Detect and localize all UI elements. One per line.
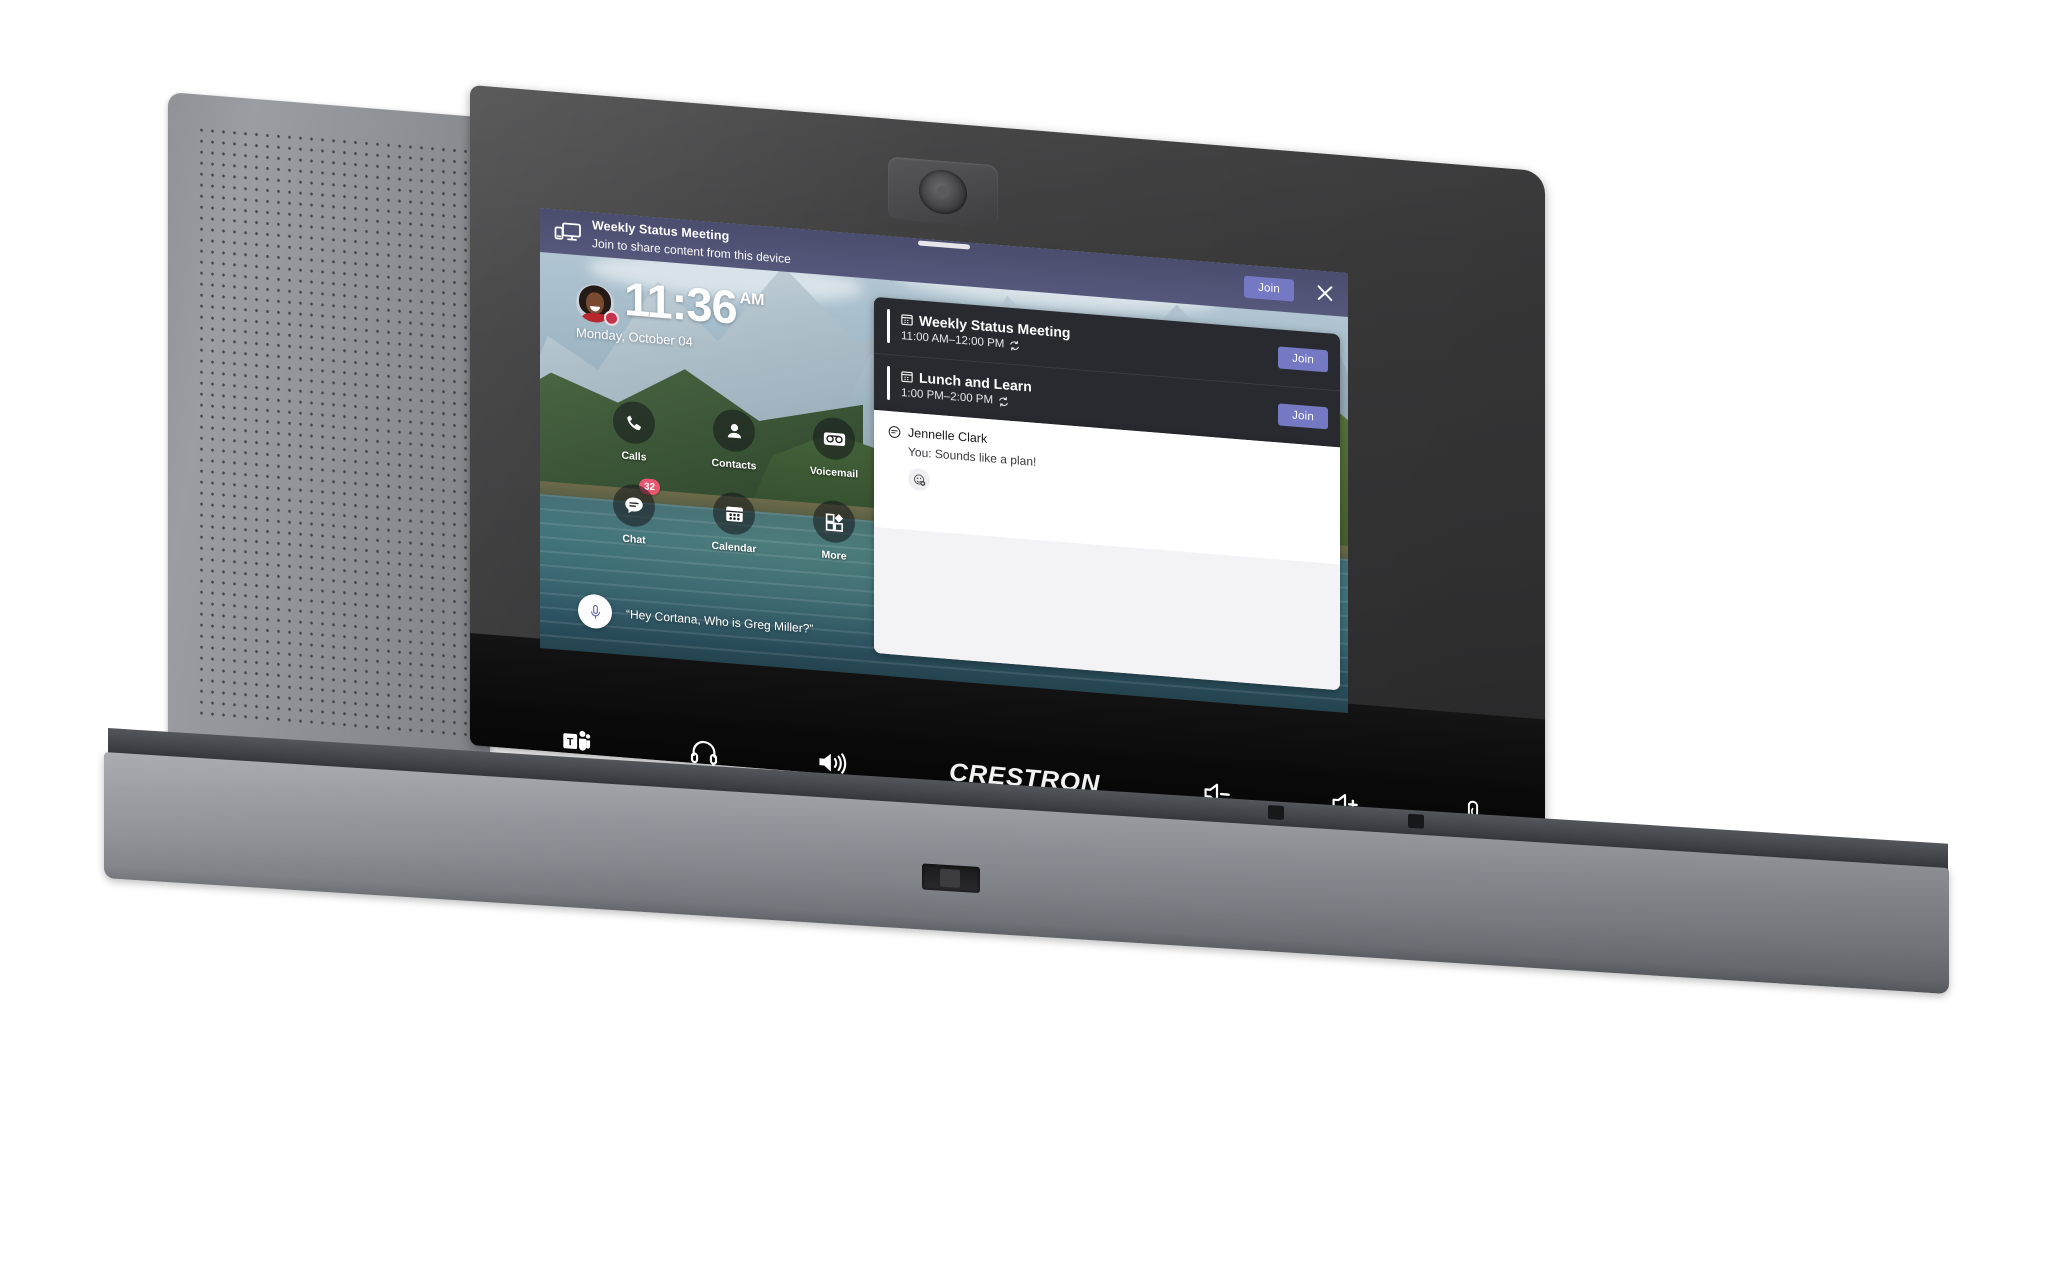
meeting-accent-bar: [887, 365, 890, 401]
voicemail-icon: [813, 415, 855, 462]
speaker-grille-perforations: [196, 124, 474, 745]
screenshot-root: Weekly Status Meeting Join to share cont…: [0, 0, 2048, 1266]
meeting-accent-bar: [887, 308, 890, 344]
person-icon: [713, 407, 755, 454]
app-contacts[interactable]: Contacts: [684, 406, 784, 475]
svg-text:T: T: [567, 737, 574, 749]
calendar-icon: [713, 490, 755, 537]
app-more[interactable]: More: [784, 497, 884, 566]
banner-join-button[interactable]: Join: [1244, 275, 1294, 302]
recurring-icon: [1009, 340, 1020, 352]
app-label: Contacts: [711, 456, 757, 473]
chat-sender-name: Jennelle Clark: [908, 425, 988, 446]
app-label: Calls: [621, 449, 647, 464]
calendar-small-icon: [901, 313, 913, 326]
app-label: Chat: [622, 532, 646, 547]
base-port: [922, 863, 980, 894]
crestron-device: Weekly Status Meeting Join to share cont…: [0, 0, 2048, 1266]
recurring-icon: [998, 396, 1009, 408]
phone-icon: [613, 399, 655, 446]
share-screen-icon: [554, 219, 582, 245]
app-calendar[interactable]: Calendar: [684, 489, 784, 558]
meeting-join-button[interactable]: Join: [1278, 403, 1328, 430]
camera-module: [888, 156, 998, 228]
presence-status-badge: [604, 310, 619, 327]
calendar-small-icon: [901, 370, 913, 383]
clock-time: 11:36: [624, 271, 737, 334]
add-reaction-icon[interactable]: [908, 467, 930, 492]
app-launcher-grid: Calls Contacts Voicemail 32 Chat Calenda…: [584, 398, 884, 566]
app-voicemail[interactable]: Voicemail: [784, 414, 884, 483]
cortana-prompt-text: “Hey Cortana, Who is Greg Miller?”: [626, 606, 814, 636]
camera-lens-icon: [919, 168, 967, 216]
microphone-icon[interactable]: [578, 593, 612, 630]
meeting-join-button[interactable]: Join: [1278, 346, 1328, 373]
chat-card[interactable]: Jennelle Clark You: Sounds like a plan!: [874, 409, 1340, 691]
speaker-grille: [168, 92, 490, 768]
close-icon[interactable]: [1312, 279, 1338, 307]
chat-bubble-icon: [888, 424, 901, 438]
meetings-and-chat-panel: Weekly Status Meeting 11:00 AM–12:00 PM: [874, 296, 1340, 691]
app-calls[interactable]: Calls: [584, 398, 684, 467]
avatar[interactable]: [576, 282, 619, 327]
touch-screen[interactable]: Weekly Status Meeting Join to share cont…: [540, 208, 1348, 714]
app-label: Voicemail: [809, 464, 859, 481]
clock-meridiem: AM: [739, 290, 765, 310]
app-label: More: [821, 548, 847, 563]
more-apps-icon: [813, 498, 855, 545]
app-chat[interactable]: 32 Chat: [584, 477, 684, 550]
